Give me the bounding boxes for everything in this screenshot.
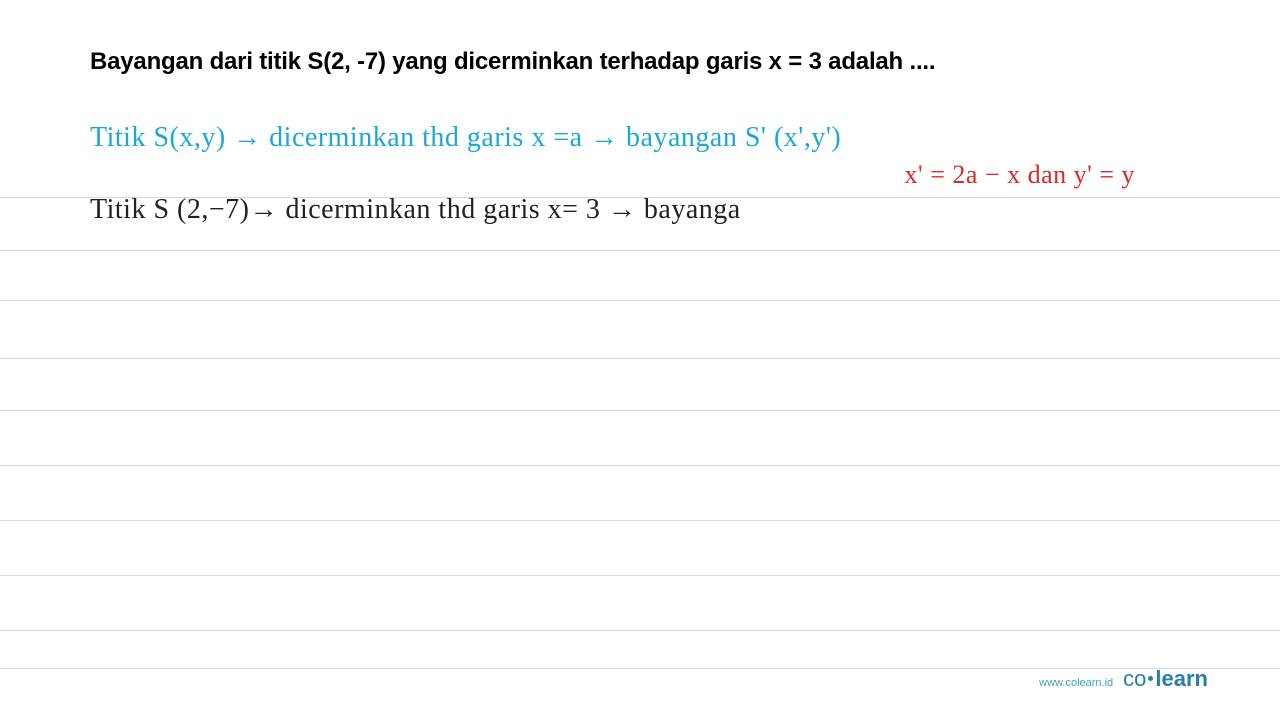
horizontal-rule [0,197,1280,198]
horizontal-rule [0,465,1280,466]
horizontal-rule [0,358,1280,359]
horizontal-rule [0,630,1280,631]
worksheet-area: Titik S(x,y) → dicerminkan thd garis x =… [90,122,1200,226]
brand-part1: co [1123,666,1146,691]
handwriting-rule-line: Titik S(x,y) → dicerminkan thd garis x =… [90,122,1200,154]
handwriting-work-line: Titik S (2,−7)→ dicerminkan thd garis x=… [90,194,1200,226]
handwriting-formula-line: x' = 2a − x dan y' = y [90,160,1200,190]
horizontal-rule [0,410,1280,411]
horizontal-rule [0,300,1280,301]
horizontal-rule [0,250,1280,251]
brand-part2: learn [1155,666,1208,691]
footer: www.colearn.id colearn [1039,666,1208,692]
horizontal-rule [0,575,1280,576]
horizontal-rule [0,668,1280,669]
footer-url: www.colearn.id [1039,677,1113,689]
horizontal-rule [0,520,1280,521]
brand-dot-icon [1148,676,1153,681]
brand-logo: colearn [1123,666,1208,692]
question-text: Bayangan dari titik S(2, -7) yang dicerm… [90,48,1200,76]
